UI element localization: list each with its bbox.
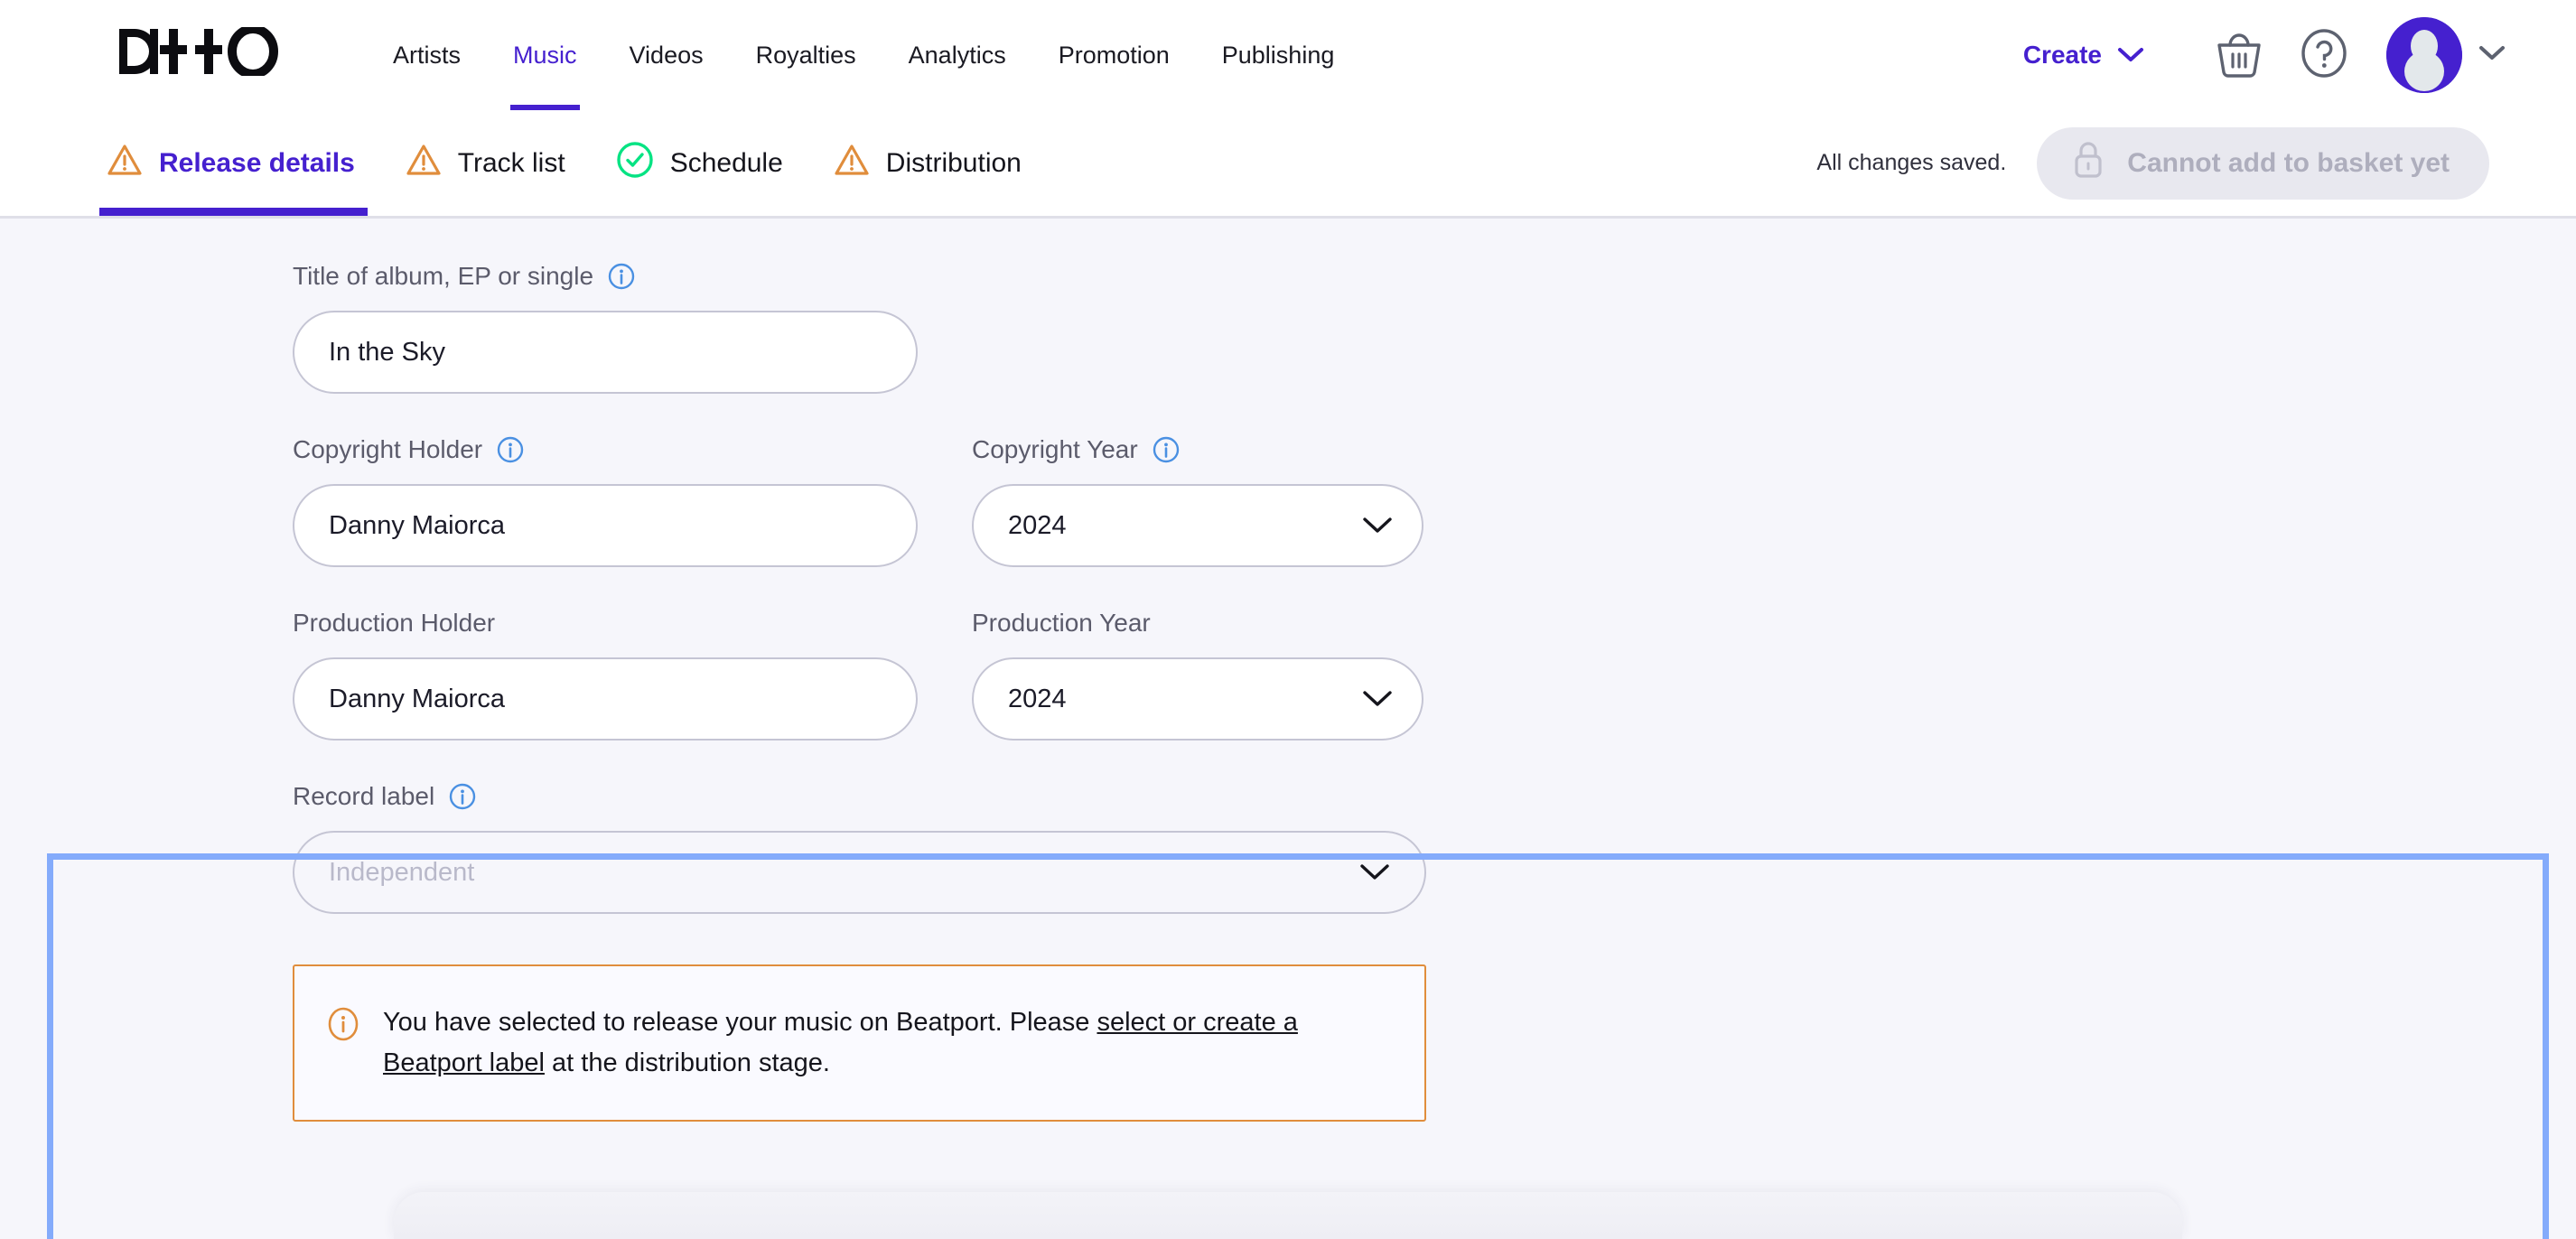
nav-label: Artists (393, 41, 462, 69)
production-row: Production Holder Danny Maiorca Producti… (293, 609, 2576, 741)
warning-triangle-icon (107, 143, 143, 184)
info-icon[interactable] (497, 436, 524, 463)
tab-label: Release details (159, 147, 355, 178)
info-icon[interactable] (449, 783, 476, 810)
field-production-holder-label: Production Holder (293, 609, 918, 638)
ditto-logo[interactable] (117, 24, 307, 83)
create-button[interactable]: Create (2023, 41, 2186, 70)
chevron-down-icon (2117, 41, 2144, 70)
copyright-holder-input[interactable]: Danny Maiorca (293, 484, 918, 567)
chevron-down-icon (1362, 690, 1393, 708)
beatport-alert-text: You have selected to release your music … (383, 1002, 1367, 1084)
chevron-down-icon (1362, 517, 1393, 535)
release-step-tabs: Release details Track list Schedule Dist… (87, 110, 1047, 216)
main-nav: Artists Music Videos Royalties Analytics… (367, 0, 1360, 110)
title-input-value: In the Sky (329, 337, 445, 367)
nav-label: Music (513, 41, 577, 69)
label-text: Copyright Year (972, 435, 1138, 463)
add-to-basket-label: Cannot add to basket yet (2127, 147, 2450, 178)
nav-item-promotion[interactable]: Promotion (1032, 0, 1196, 110)
basket-button[interactable] (2207, 23, 2271, 87)
field-copyright-holder: Copyright Holder Danny Maiorca (293, 435, 918, 567)
production-year-select[interactable]: 2024 (972, 657, 1423, 741)
nav-item-artists[interactable]: Artists (367, 0, 487, 110)
ditto-logo-icon (119, 24, 278, 79)
avatar (2386, 17, 2462, 93)
tab-release-details[interactable]: Release details (87, 110, 380, 216)
tab-label: Schedule (669, 147, 783, 178)
beatport-alert: You have selected to release your music … (293, 964, 1426, 1123)
nav-item-publishing[interactable]: Publishing (1196, 0, 1361, 110)
field-copyright-holder-label: Copyright Holder (293, 435, 918, 464)
top-navigation-bar: Artists Music Videos Royalties Analytics… (0, 0, 2576, 110)
record-label-select[interactable]: Independent (293, 831, 1426, 914)
field-record-label: Record label Independent (293, 782, 2576, 914)
copyright-year-select[interactable]: 2024 (972, 484, 1423, 567)
account-menu[interactable] (2386, 17, 2506, 93)
field-copyright-year: Copyright Year 2024 (972, 435, 1423, 567)
tab-label: Distribution (885, 147, 1022, 178)
field-record-label-label: Record label (293, 782, 2576, 811)
nav-item-royalties[interactable]: Royalties (730, 0, 882, 110)
label-text: Production Year (972, 609, 1151, 637)
lock-icon (2071, 139, 2105, 188)
tab-label: Track list (457, 147, 565, 178)
copyright-row: Copyright Holder Danny Maiorca Copyright… (293, 435, 2576, 567)
help-circle-icon (2301, 28, 2347, 83)
label-text: Production Holder (293, 609, 496, 637)
production-year-value: 2024 (1008, 684, 1067, 713)
label-text: Copyright Holder (293, 435, 483, 463)
label-text: Record label (293, 782, 435, 810)
nav-item-videos[interactable]: Videos (603, 0, 730, 110)
nav-label: Videos (629, 41, 704, 69)
copyright-year-value: 2024 (1008, 510, 1067, 540)
release-step-tabs-bar: Release details Track list Schedule Dist… (0, 110, 2576, 219)
warning-triangle-icon (406, 143, 442, 184)
field-production-holder: Production Holder Danny Maiorca (293, 609, 918, 741)
nav-label: Royalties (755, 41, 856, 69)
record-label-placeholder: Independent (329, 857, 475, 887)
basket-icon (2216, 29, 2263, 82)
field-production-year-label: Production Year (972, 609, 1423, 638)
alert-text-before: You have selected to release your music … (383, 1008, 1097, 1037)
production-holder-input[interactable]: Danny Maiorca (293, 657, 918, 741)
field-copyright-year-label: Copyright Year (972, 435, 1423, 464)
alert-text-after: at the distribution stage. (544, 1048, 830, 1078)
nav-item-music[interactable]: Music (487, 0, 603, 110)
tab-track-list[interactable]: Track list (380, 110, 591, 216)
info-icon[interactable] (608, 263, 635, 290)
field-title-label: Title of album, EP or single (293, 262, 2576, 291)
check-circle-icon (616, 141, 654, 186)
nav-label: Promotion (1058, 41, 1170, 69)
warning-triangle-icon (834, 143, 870, 184)
tab-schedule[interactable]: Schedule (591, 110, 808, 216)
field-production-year: Production Year 2024 (972, 609, 1423, 741)
add-to-basket-button[interactable]: Cannot add to basket yet (2037, 126, 2489, 200)
nav-label: Publishing (1221, 41, 1335, 69)
info-icon[interactable] (1153, 436, 1180, 463)
chevron-down-icon (2478, 45, 2506, 66)
production-holder-value: Danny Maiorca (329, 684, 506, 713)
chevron-down-icon (1359, 863, 1390, 881)
field-title: Title of album, EP or single In the Sky (293, 262, 2576, 394)
create-button-label: Create (2022, 41, 2102, 69)
help-button[interactable] (2292, 23, 2356, 87)
step-bar-actions: All changes saved. Cannot add to basket … (1816, 126, 2489, 200)
title-input[interactable]: In the Sky (293, 311, 918, 394)
nav-item-analytics[interactable]: Analytics (882, 0, 1032, 110)
bottom-panel-edge (394, 1192, 2182, 1239)
label-text: Title of album, EP or single (293, 262, 594, 290)
info-circle-icon (327, 1006, 359, 1047)
release-details-form: Title of album, EP or single In the Sky … (0, 219, 2576, 1236)
top-bar-actions: Create (2023, 17, 2506, 93)
save-status-text: All changes saved. (1816, 150, 2007, 175)
copyright-holder-value: Danny Maiorca (329, 510, 506, 540)
nav-label: Analytics (908, 41, 1006, 69)
tab-distribution[interactable]: Distribution (808, 110, 1047, 216)
